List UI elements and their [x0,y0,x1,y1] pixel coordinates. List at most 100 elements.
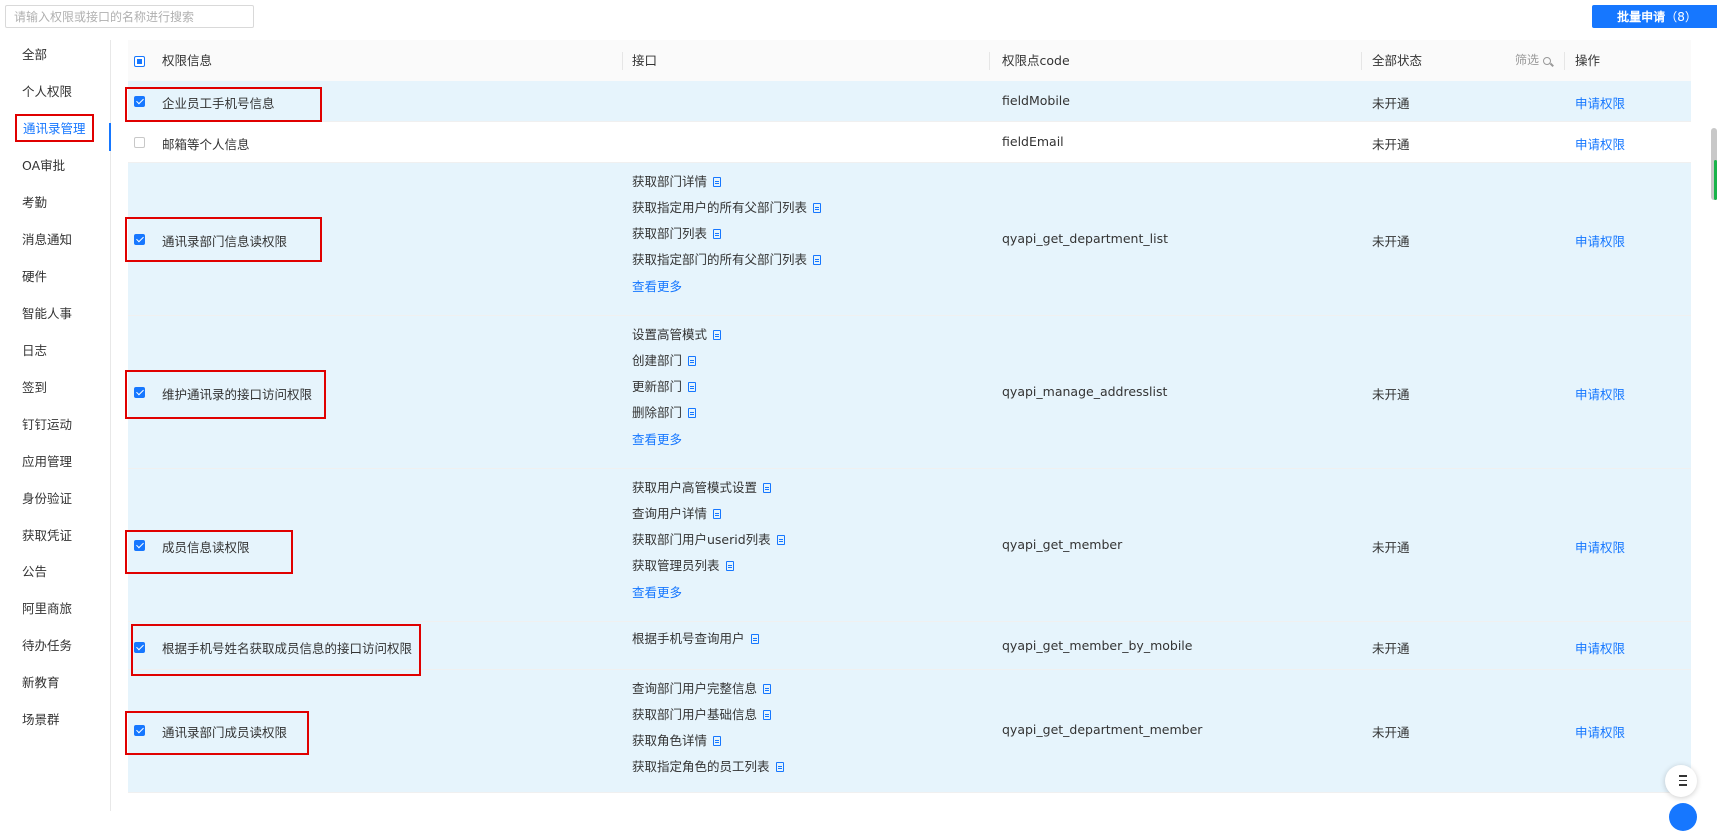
table-row: 通讯录部门成员读权限 查询部门用户完整信息 获取部门用户基础信息 获取角色详情 … [128,670,1691,793]
doc-link-icon[interactable] [776,535,785,545]
sidebar-item-oa[interactable]: OA审批 [22,154,65,178]
view-more-link[interactable]: 查看更多 [632,429,682,448]
header-status: 全部状态 [1372,53,1423,68]
sidebar-item-auth[interactable]: 身份验证 [22,487,72,511]
permission-code: qyapi_get_member_by_mobile [1002,638,1193,653]
api-name: 获取部门详情 [632,174,708,189]
sidebar-item-log[interactable]: 日志 [22,339,47,363]
sidebar-item-hardware[interactable]: 硬件 [22,265,47,289]
row-checkbox[interactable] [134,96,145,107]
sidebar-item-education[interactable]: 新教育 [22,671,60,695]
category-sidebar: 全部 个人权限 通讯录管理 OA审批 考勤 消息通知 硬件 智能人事 日志 签到… [0,40,111,811]
header-info: 权限信息 [162,53,213,68]
search-input[interactable] [5,5,254,28]
apply-permission-link[interactable]: 申请权限 [1575,384,1625,403]
doc-link-icon[interactable] [688,408,697,418]
sidebar-item-message[interactable]: 消息通知 [22,228,72,252]
header-divider [1564,52,1565,70]
doc-link-icon[interactable] [713,330,722,340]
row-checkbox[interactable] [134,137,145,148]
api-name: 获取指定部门的所有父部门列表 [632,252,808,267]
api-item: 查询用户详情 [632,505,722,522]
api-item: 更新部门 [632,378,697,395]
sidebar-item-checkin[interactable]: 签到 [22,376,47,400]
permission-code: qyapi_manage_addresslist [1002,384,1168,399]
list-icon[interactable] [1665,765,1697,797]
sidebar-item-attendance[interactable]: 考勤 [22,191,47,215]
sidebar-item-credential[interactable]: 获取凭证 [22,524,72,548]
api-name: 获取指定角色的员工列表 [632,759,770,774]
apply-permission-link[interactable]: 申请权限 [1575,722,1625,741]
sidebar-item-contacts[interactable]: 通讯录管理 [15,114,94,142]
api-item: 获取指定部门的所有父部门列表 [632,251,822,268]
status-filter[interactable]: 筛选 [1515,40,1552,81]
sidebar-item-app-manage[interactable]: 应用管理 [22,450,72,474]
doc-link-icon[interactable] [713,177,722,187]
api-name: 删除部门 [632,405,683,420]
api-name: 查询部门用户完整信息 [632,681,758,696]
doc-link-icon[interactable] [813,203,822,213]
header-divider [989,52,990,70]
permission-code: qyapi_get_department_member [1002,722,1203,737]
sidebar-item-sport[interactable]: 钉钉运动 [22,413,72,437]
api-name: 查询用户详情 [632,506,708,521]
doc-link-icon[interactable] [713,229,722,239]
view-more-link[interactable]: 查看更多 [632,582,682,601]
row-checkbox[interactable] [134,387,145,398]
permission-name: 根据手机号姓名获取成员信息的接口访问权限 [162,641,413,656]
sidebar-item-scene-group[interactable]: 场景群 [22,708,60,732]
api-item: 获取指定角色的员工列表 [632,758,784,775]
view-more-link[interactable]: 查看更多 [632,276,682,295]
permission-status: 未开通 [1372,725,1410,740]
apply-permission-link[interactable]: 申请权限 [1575,537,1625,556]
api-name: 获取部门用户基础信息 [632,707,758,722]
sidebar-item-hr[interactable]: 智能人事 [22,302,72,326]
doc-link-icon[interactable] [713,509,722,519]
permission-name: 企业员工手机号信息 [162,96,275,111]
doc-link-icon[interactable] [725,561,734,571]
apply-permission-link[interactable]: 申请权限 [1575,134,1625,153]
header-divider [622,52,623,70]
doc-link-icon[interactable] [688,382,697,392]
help-float-button[interactable] [1669,803,1697,831]
doc-link-icon[interactable] [763,710,772,720]
apply-permission-link[interactable]: 申请权限 [1575,93,1625,112]
api-name: 根据手机号查询用户 [632,631,745,646]
row-checkbox[interactable] [134,540,145,551]
permission-name: 通讯录部门成员读权限 [162,725,288,740]
row-checkbox[interactable] [134,642,145,653]
api-item: 获取部门用户userid列表 [632,531,785,548]
sidebar-item-todo[interactable]: 待办任务 [22,634,72,658]
apply-permission-link[interactable]: 申请权限 [1575,638,1625,657]
sidebar-item-announcement[interactable]: 公告 [22,560,47,584]
batch-apply-button[interactable]: 批量申请（8） [1592,5,1717,28]
doc-link-icon[interactable] [713,736,722,746]
sidebar-item-travel[interactable]: 阿里商旅 [22,597,72,621]
doc-link-icon[interactable] [763,483,772,493]
doc-link-icon[interactable] [813,255,822,265]
doc-link-icon[interactable] [763,684,772,694]
sidebar-active-indicator [109,123,111,151]
search-icon [1543,57,1552,65]
batch-apply-label: 批量申请 [1617,10,1666,24]
api-item: 删除部门 [632,404,697,421]
permission-code: qyapi_get_department_list [1002,231,1168,246]
sidebar-item-personal[interactable]: 个人权限 [22,80,72,104]
doc-link-icon[interactable] [750,634,759,644]
row-checkbox[interactable] [134,725,145,736]
header-divider [1361,52,1362,70]
api-item: 获取管理员列表 [632,557,734,574]
apply-permission-link[interactable]: 申请权限 [1575,231,1625,250]
permission-status: 未开通 [1372,234,1410,249]
row-checkbox[interactable] [134,234,145,245]
api-item: 获取部门用户基础信息 [632,706,772,723]
permission-status: 未开通 [1372,96,1410,111]
select-all-checkbox[interactable] [134,56,145,67]
header-code: 权限点code [1002,53,1070,68]
api-item: 获取指定用户的所有父部门列表 [632,199,822,216]
permission-name: 成员信息读权限 [162,540,250,555]
filter-label: 筛选 [1515,53,1540,67]
doc-link-icon[interactable] [775,762,784,772]
sidebar-item-all[interactable]: 全部 [22,43,47,67]
doc-link-icon[interactable] [688,356,697,366]
